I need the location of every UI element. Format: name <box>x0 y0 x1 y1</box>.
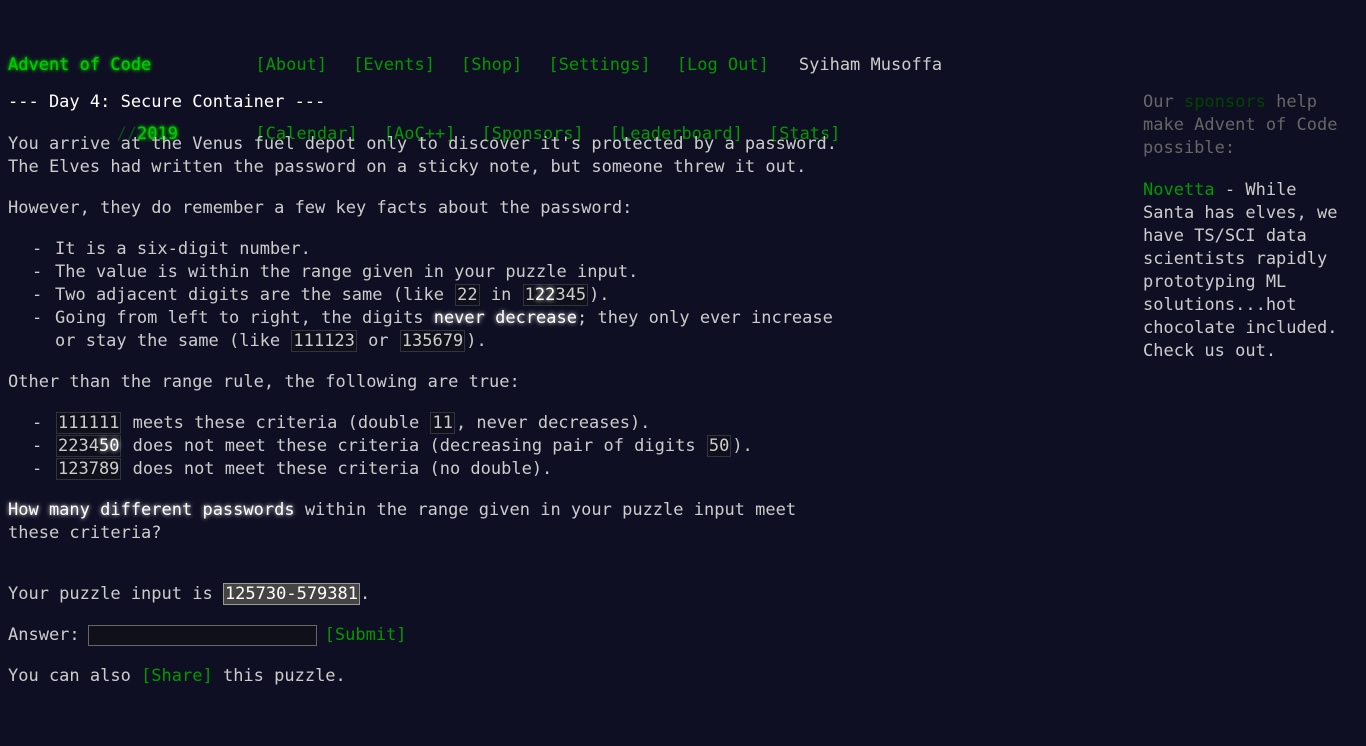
text: Going from left to right, the digits <box>55 308 434 328</box>
share-link[interactable]: [Share] <box>141 666 213 686</box>
example-item: 111111 meets these criteria (double 11, … <box>32 412 848 435</box>
answer-input[interactable] <box>87 624 317 646</box>
puzzle-intro: You arrive at the Venus fuel depot only … <box>8 134 838 177</box>
text: ). <box>466 331 487 351</box>
text: meets these criteria (double <box>122 413 430 433</box>
answer-label: Answer: <box>8 625 80 645</box>
sponsors-link[interactable]: sponsors <box>1184 92 1266 112</box>
sponsor-message: Novetta - While Santa has elves, we have… <box>1143 179 1343 363</box>
sponsor-link[interactable]: Novetta <box>1143 180 1215 200</box>
text: or <box>357 331 399 351</box>
code-snippet: 135679 <box>399 330 466 352</box>
text: Two adjacent digits are the same (like <box>55 285 455 305</box>
text: in <box>480 285 522 305</box>
question-emphasis: How many different passwords <box>8 500 295 520</box>
puzzle-title: --- Day 4: Secure Container --- <box>8 92 326 112</box>
fact-item: Two adjacent digits are the same (like 2… <box>32 284 848 307</box>
nav-logout[interactable]: [Log Out] <box>677 55 769 75</box>
puzzle-input-link[interactable]: 125730-579381 <box>222 583 360 605</box>
code-snippet: 111111 <box>56 412 122 434</box>
code-snippet: 50 <box>706 435 732 457</box>
code-snippet: 11 <box>430 412 455 434</box>
code-snippet: 223450 <box>56 435 122 457</box>
examples-list: 111111 meets these criteria (double 11, … <box>8 412 848 481</box>
fact-item: Going from left to right, the digits nev… <box>32 307 848 353</box>
code-snippet: 122345 <box>522 284 589 306</box>
nav-about[interactable]: [About] <box>255 55 327 75</box>
code-snippet: 22 <box>455 284 480 306</box>
text: ). <box>589 285 610 305</box>
sponsor-sidebar: Our sponsors help make Advent of Code po… <box>1143 91 1343 382</box>
site-logo-link[interactable]: Advent of Code <box>8 54 194 77</box>
code-part: 345 <box>555 285 587 305</box>
puzzle-input-line: Your puzzle input is 125730-579381. <box>8 583 848 606</box>
nav-settings[interactable]: [Settings] <box>548 55 650 75</box>
sponsor-text: - While Santa has elves, we have TS/SCI … <box>1143 180 1338 361</box>
puzzle-main: --- Day 4: Secure Container --- You arri… <box>8 91 848 706</box>
input-label: Your puzzle input is <box>8 584 223 604</box>
share-prefix: You can also <box>8 666 142 686</box>
code-part: 1 <box>524 285 535 305</box>
puzzle-other: Other than the range rule, the following… <box>8 372 520 392</box>
example-item: 123789 does not meet these criteria (no … <box>32 458 848 481</box>
input-suffix: . <box>360 584 371 604</box>
answer-form: Answer: [Submit] <box>8 624 848 647</box>
text: Our <box>1143 92 1184 112</box>
code-snippet: 123789 <box>56 458 122 480</box>
code-part: 2234 <box>58 436 99 456</box>
puzzle-remember: However, they do remember a few key fact… <box>8 198 633 218</box>
nav-events[interactable]: [Events] <box>353 55 435 75</box>
share-suffix: this puzzle. <box>212 666 346 686</box>
submit-button[interactable]: [Submit] <box>325 625 407 645</box>
header-row-top: Advent of Code [About] [Events] [Shop] [Set… <box>8 54 942 77</box>
nav-shop[interactable]: [Shop] <box>461 55 522 75</box>
top-nav: [About] [Events] [Shop] [Settings] [Log Out] <box>194 31 795 100</box>
code-highlight: 22 <box>534 285 556 305</box>
fact-item: The value is within the range given in y… <box>32 261 848 284</box>
fact-item: It is a six-digit number. <box>32 238 848 261</box>
share-line: You can also [Share] this puzzle. <box>8 665 848 688</box>
example-item: 223450 does not meet these criteria (dec… <box>32 435 848 458</box>
text: , never decreases). <box>455 413 651 433</box>
facts-list: It is a six-digit number. The value is w… <box>8 238 848 353</box>
text: does not meet these criteria (decreasing… <box>122 436 706 456</box>
text: does not meet these criteria (no double)… <box>122 459 553 479</box>
code-snippet: 111123 <box>291 330 357 352</box>
text: ). <box>732 436 753 456</box>
user-name: Syiham Musoffa <box>798 55 943 75</box>
code-highlight: 50 <box>98 436 120 456</box>
puzzle-question: How many different passwords within the … <box>8 499 848 545</box>
emphasis: never decrease <box>433 308 577 328</box>
sponsor-intro: Our sponsors help make Advent of Code po… <box>1143 91 1343 160</box>
